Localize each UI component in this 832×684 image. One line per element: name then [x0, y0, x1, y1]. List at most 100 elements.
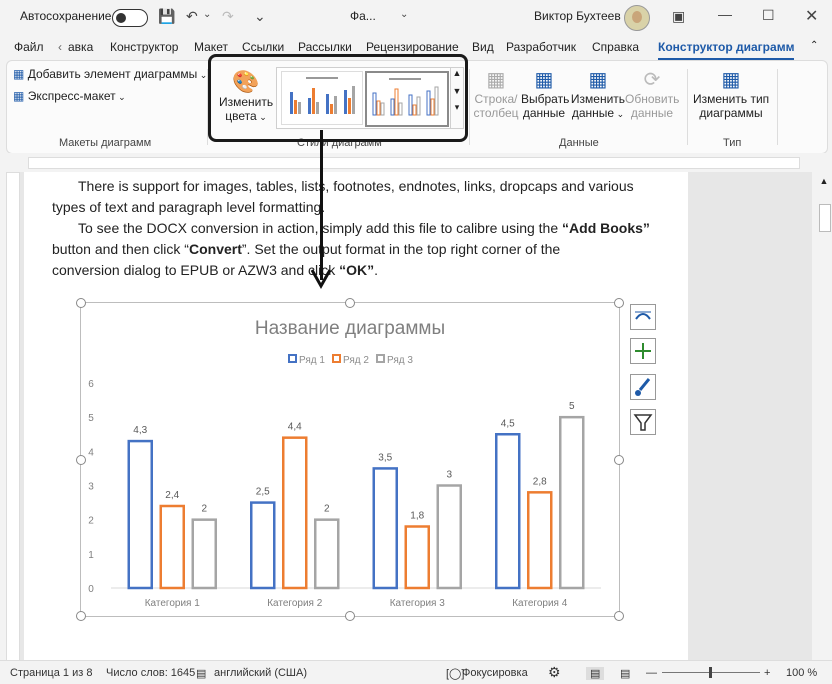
word-count[interactable]: Число слов: 1645 — [106, 667, 195, 679]
vertical-scrollbar[interactable]: ▲ — [816, 172, 832, 660]
paragraph-line: button and then click “Convert”. Set the… — [52, 241, 561, 257]
tab-view[interactable]: Вид — [472, 40, 494, 54]
ribbon-display-icon[interactable]: ▣ — [672, 8, 685, 25]
resize-handle[interactable] — [345, 611, 355, 621]
vertical-ruler[interactable] — [6, 172, 20, 662]
tab-file[interactable]: Файл — [14, 40, 44, 54]
tab-layout[interactable]: Макет — [194, 40, 228, 54]
y-tick-label: 1 — [88, 550, 94, 561]
paragraph-line: conversion dialog to EPUB or AZW3 and cl… — [52, 262, 379, 278]
x-tick-label: Категория 2 — [267, 598, 323, 609]
tab-design[interactable]: Конструктор — [110, 40, 178, 54]
bar — [527, 491, 553, 590]
refresh-data-icon: ⟳ — [643, 69, 661, 91]
legend-label: Ряд 2 — [343, 355, 369, 366]
resize-handle[interactable] — [614, 298, 624, 308]
edit-data-icon: ▦ — [588, 69, 608, 91]
chart-elements-button[interactable] — [630, 338, 656, 364]
web-layout-icon[interactable]: ▤ — [620, 667, 630, 680]
select-data-icon: ▦ — [534, 69, 554, 91]
tab-references[interactable]: Ссылки — [242, 40, 284, 54]
paragraph-2[interactable]: To see the DOCX conversion in action, si… — [52, 218, 652, 281]
redo-icon[interactable]: ↷ — [222, 8, 234, 25]
legend-label: Ряд 1 — [299, 355, 325, 366]
document-title[interactable]: Фа... — [350, 9, 376, 23]
chart-filters-button[interactable] — [630, 409, 656, 435]
resize-handle[interactable] — [76, 455, 86, 465]
legend-marker — [288, 354, 297, 363]
zoom-out-icon[interactable]: — — [646, 667, 657, 679]
bar — [159, 504, 185, 590]
data-label: 4,4 — [288, 422, 302, 433]
chart-container[interactable]: Название диаграммы Ряд 1 Ряд 2 Ряд 3 0 1 2 3 4 5 6… — [80, 302, 620, 617]
bar — [404, 525, 430, 590]
chart-styles-button[interactable] — [630, 374, 656, 400]
print-layout-icon[interactable]: ▤ — [586, 667, 605, 680]
add-element-icon: ▦ — [13, 67, 25, 81]
tab-help[interactable]: Справка — [592, 40, 639, 54]
filter-icon — [633, 414, 653, 431]
autosave-toggle[interactable] — [112, 9, 148, 27]
scroll-thumb[interactable] — [819, 204, 831, 232]
resize-handle[interactable] — [614, 611, 624, 621]
refresh-data-button[interactable]: ⟳ Обновить данные — [625, 67, 679, 120]
settings-icon[interactable]: ⚙ — [548, 664, 561, 681]
data-label: 4,3 — [133, 425, 147, 436]
quick-layout-button[interactable]: ▦ Экспресс-макет ⌄ — [13, 89, 126, 103]
avatar[interactable] — [624, 5, 650, 31]
change-chart-type-button[interactable]: ▦ Изменить тип диаграммы — [693, 67, 769, 120]
resize-handle[interactable] — [614, 455, 624, 465]
highlight-box — [208, 54, 468, 142]
bar-chart[interactable]: Название диаграммы Ряд 1 Ряд 2 Ряд 3 0 1 2 3 4 5 6… — [81, 303, 619, 616]
x-tick-label: Категория 1 — [145, 598, 201, 609]
switch-row-column-button[interactable]: ▦ Строка/ столбец — [473, 67, 519, 120]
bar — [495, 433, 521, 590]
horizontal-ruler[interactable] — [0, 153, 832, 171]
layout-options-button[interactable] — [630, 304, 656, 330]
bar — [372, 467, 398, 590]
data-label: 5 — [569, 401, 575, 412]
tab-review[interactable]: Рецензирование — [366, 40, 459, 54]
data-label: 1,8 — [410, 511, 424, 522]
save-icon[interactable]: 💾 — [158, 8, 175, 25]
collapse-ribbon-icon[interactable]: ⌃ — [810, 40, 818, 51]
edit-data-button[interactable]: ▦ Изменить данные ⌄ — [569, 67, 627, 120]
customize-toolbar-icon[interactable]: ⌄ — [254, 8, 266, 25]
maximize-icon[interactable]: ☐ — [762, 7, 775, 24]
tab-chart-design[interactable]: Конструктор диаграмм — [658, 40, 795, 61]
select-data-button[interactable]: ▦ Выбрать данные — [521, 67, 569, 120]
resize-handle[interactable] — [76, 298, 86, 308]
data-label: 3,5 — [378, 452, 392, 463]
zoom-level[interactable]: 100 % — [786, 667, 817, 679]
zoom-slider-thumb[interactable] — [709, 667, 712, 678]
bar — [559, 415, 585, 590]
minimize-icon[interactable]: — — [718, 6, 732, 22]
bar — [250, 501, 276, 590]
group-chart-layouts-label: Макеты диаграмм — [59, 137, 152, 149]
user-name[interactable]: Виктор Бухтеев — [534, 9, 621, 23]
y-tick-label: 5 — [88, 413, 94, 424]
close-icon[interactable]: ✕ — [805, 6, 818, 26]
title-dropdown-icon[interactable]: ⌄ — [400, 9, 408, 20]
page-count[interactable]: Страница 1 из 8 — [10, 667, 92, 679]
tabs-scroll-left-icon[interactable]: ‹ — [58, 40, 62, 54]
plus-icon — [635, 343, 651, 359]
add-chart-element-button[interactable]: ▦ Добавить элемент диаграммы ⌄ — [13, 67, 207, 81]
resize-handle[interactable] — [76, 611, 86, 621]
undo-icon[interactable]: ↶ — [186, 8, 198, 25]
chevron-down-icon[interactable]: ⌄ — [203, 9, 211, 20]
tab-mailings[interactable]: Рассылки — [298, 40, 352, 54]
zoom-in-icon[interactable]: + — [764, 667, 770, 679]
paragraph-1[interactable]: There is support for images, tables, lis… — [52, 176, 652, 218]
tab-insert[interactable]: авка — [68, 40, 93, 54]
legend-label: Ряд 3 — [387, 355, 413, 366]
quick-layout-icon: ▦ — [13, 89, 25, 103]
resize-handle[interactable] — [345, 298, 355, 308]
tab-developer[interactable]: Разработчик — [506, 40, 576, 54]
status-bar: Страница 1 из 8 Число слов: 1645 ▤ англи… — [0, 660, 832, 684]
data-label: 3 — [446, 470, 452, 481]
focus-mode[interactable]: Фокусировка — [462, 667, 528, 679]
scroll-up-icon[interactable]: ▲ — [816, 176, 832, 186]
language[interactable]: английский (США) — [214, 667, 307, 679]
proofing-icon[interactable]: ▤ — [196, 667, 206, 680]
